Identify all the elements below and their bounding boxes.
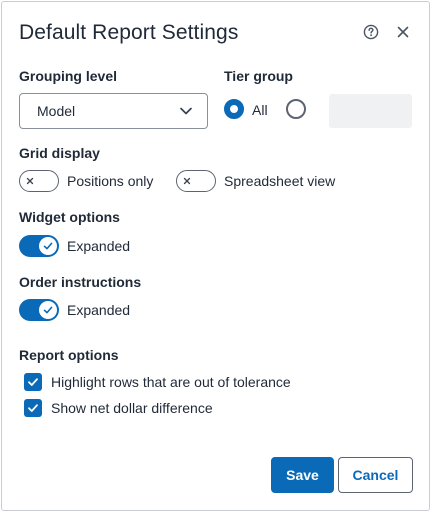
- widget-expanded-label: Expanded: [67, 238, 131, 254]
- report-settings-dialog: Default Report Settings Grouping level M…: [1, 1, 430, 511]
- close-small-icon: [26, 177, 34, 185]
- spreadsheet-view-toggle[interactable]: [176, 170, 216, 192]
- cancel-button[interactable]: Cancel: [338, 457, 413, 493]
- chevron-down-icon: [180, 107, 192, 115]
- grouping-level-value: Model: [37, 103, 76, 119]
- dialog-title: Default Report Settings: [19, 21, 239, 44]
- widget-options-label: Widget options: [19, 209, 120, 225]
- check-icon: [43, 306, 53, 314]
- positions-only-toggle[interactable]: [19, 170, 59, 192]
- save-button[interactable]: Save: [271, 457, 334, 493]
- order-expanded-label: Expanded: [67, 302, 131, 318]
- tier-group-label: Tier group: [224, 68, 293, 84]
- tier-radio-all-label: All: [252, 102, 268, 118]
- help-circle-icon[interactable]: [363, 24, 379, 40]
- net-dollar-label: Show net dollar difference: [51, 400, 213, 416]
- check-icon: [28, 378, 38, 386]
- close-small-icon: [183, 177, 191, 185]
- widget-expanded-toggle[interactable]: [19, 235, 59, 257]
- net-dollar-checkbox[interactable]: [24, 399, 42, 417]
- grouping-level-select[interactable]: Model: [19, 93, 208, 129]
- highlight-rows-label: Highlight rows that are out of tolerance: [51, 374, 291, 390]
- highlight-rows-checkbox[interactable]: [24, 373, 42, 391]
- order-instructions-label: Order instructions: [19, 274, 142, 290]
- grouping-level-label: Grouping level: [19, 68, 118, 84]
- tier-radio-all[interactable]: [224, 99, 244, 119]
- check-icon: [28, 404, 38, 412]
- tier-group-input[interactable]: [329, 94, 412, 128]
- positions-only-label: Positions only: [67, 173, 154, 189]
- report-options-label: Report options: [19, 347, 119, 363]
- order-expanded-toggle[interactable]: [19, 299, 59, 321]
- close-icon[interactable]: [395, 24, 411, 40]
- tier-radio-custom[interactable]: [286, 99, 306, 119]
- grid-display-label: Grid display: [19, 145, 100, 161]
- check-icon: [43, 242, 53, 250]
- spreadsheet-view-label: Spreadsheet view: [224, 173, 336, 189]
